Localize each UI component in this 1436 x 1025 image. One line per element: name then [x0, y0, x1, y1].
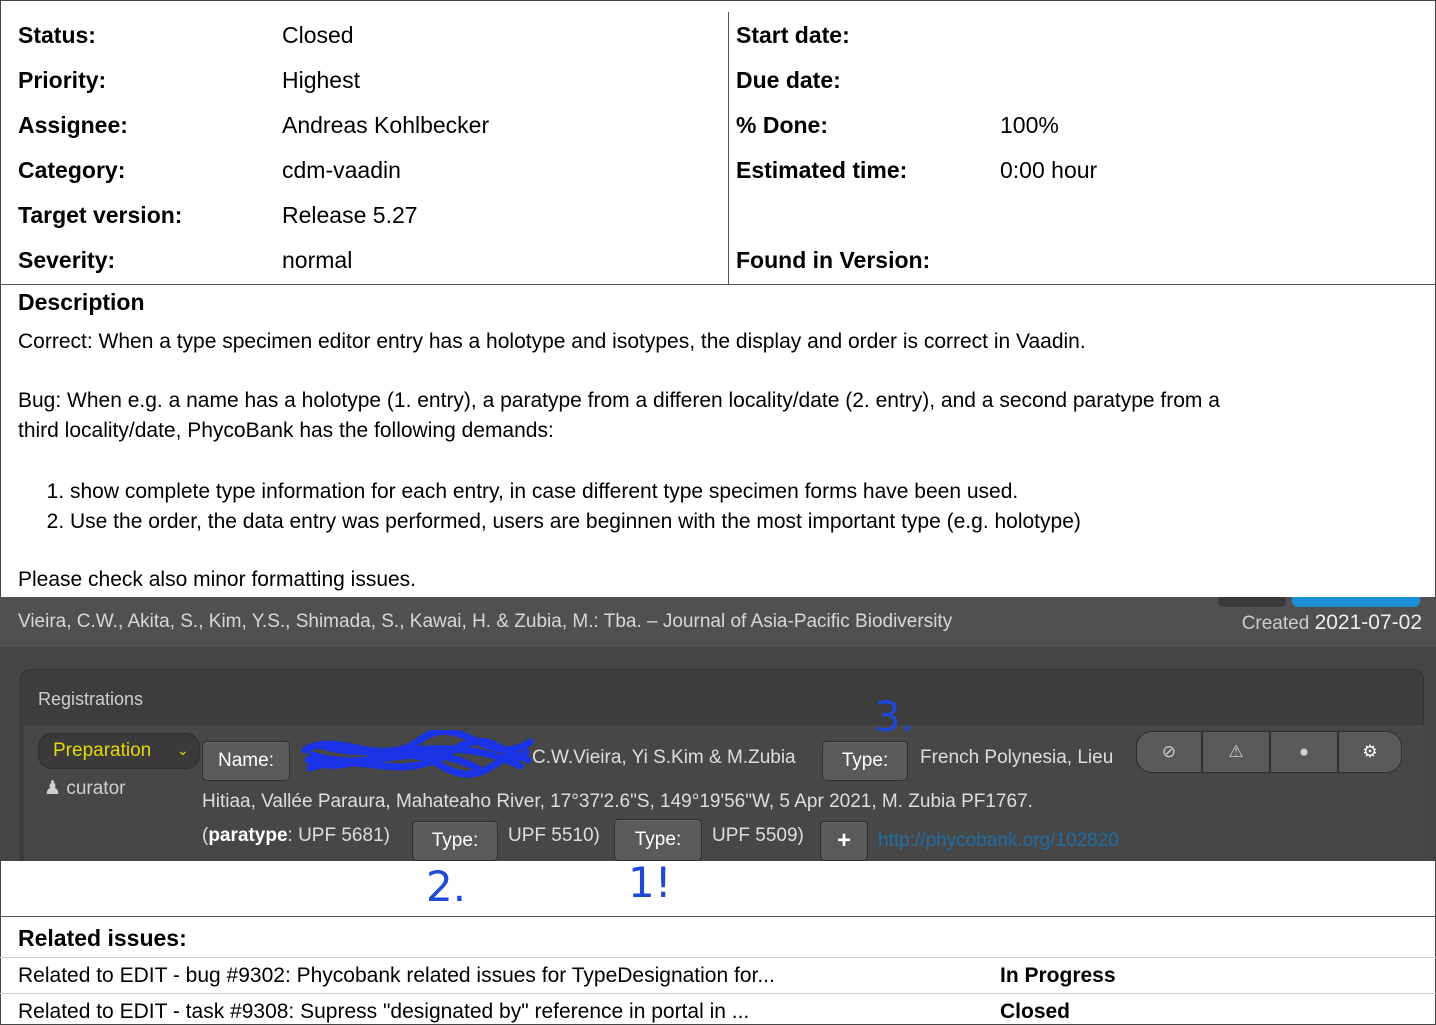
- start-date-label: Start date:: [736, 22, 850, 48]
- category-label: Category:: [18, 157, 126, 183]
- lock-icon[interactable]: ●: [1270, 731, 1338, 773]
- assignee-value[interactable]: Andreas Kohlbecker: [282, 112, 489, 139]
- related-issue-status: In Progress: [1000, 964, 1116, 987]
- type-button-1[interactable]: Type:: [614, 819, 702, 861]
- annotation-2: 2.: [426, 862, 467, 911]
- user-info: ♟ curator: [44, 777, 125, 800]
- paratype-text: (paratype: UPF 5681): [202, 825, 390, 846]
- found-in-version-label: Found in Version:: [736, 247, 931, 273]
- description-bug-line2: third locality/date, PhycoBank has the f…: [18, 419, 554, 442]
- created-date: 2021-07-02: [1314, 611, 1422, 634]
- priority-label: Priority:: [18, 67, 107, 93]
- chevron-down-icon: ⌄: [177, 742, 189, 758]
- description-separator: [0, 284, 1436, 285]
- target-version-value[interactable]: Release 5.27: [282, 202, 418, 229]
- demands-list: show complete type information for each …: [30, 477, 1081, 537]
- related-separator: [0, 916, 1436, 917]
- attr-row-priority: Priority: Highest Due date:: [0, 57, 1436, 102]
- annotation-3: 3.: [874, 692, 915, 741]
- severity-value: normal: [282, 247, 353, 273]
- related-row-divider: [0, 957, 1436, 958]
- state-value: Preparation: [53, 740, 152, 761]
- phycobank-link[interactable]: http://phycobank.org/102820: [878, 830, 1119, 852]
- upf-5509-text: UPF 5509): [712, 825, 804, 846]
- state-select[interactable]: Preparation ⌄: [38, 733, 200, 769]
- user-icon: ♟: [44, 778, 62, 799]
- gear-icon[interactable]: ⚙: [1338, 731, 1402, 773]
- done-label: % Done:: [736, 112, 828, 138]
- name-button[interactable]: Name:: [202, 741, 290, 781]
- related-issue-link[interactable]: Related to EDIT - bug #9302: Phycobank r…: [18, 964, 775, 988]
- status-label: Status:: [18, 22, 96, 48]
- description-bug-line1: Bug: When e.g. a name has a holotype (1.…: [18, 389, 1220, 412]
- attr-row-category: Category: cdm-vaadin Estimated time: 0:0…: [0, 147, 1436, 192]
- user-name: curator: [66, 778, 126, 799]
- add-button[interactable]: +: [820, 821, 868, 861]
- severity-label: Severity:: [18, 247, 116, 273]
- embedded-screenshot: Vieira, C.W., Akita, S., Kim, Y.S., Shim…: [0, 597, 1436, 861]
- estimated-time-label: Estimated time:: [736, 157, 908, 183]
- demand-item: show complete type information for each …: [70, 477, 1081, 507]
- created-label: Created: [1241, 613, 1310, 634]
- status-value: Closed: [282, 22, 354, 48]
- assignee-label: Assignee:: [18, 112, 128, 138]
- attr-row-severity: Severity: normal Found in Version:: [0, 237, 1436, 282]
- upf-5510-text: UPF 5510): [508, 825, 600, 846]
- estimated-time-value: 0:00 hour: [1000, 157, 1098, 183]
- registrations-title: Registrations: [38, 689, 144, 709]
- related-title: Related issues:: [18, 925, 187, 951]
- created-info: Created 2021-07-02: [1242, 611, 1422, 635]
- attributes-divider: [728, 12, 729, 284]
- attr-row-status: Status: Closed Start date:: [0, 12, 1436, 57]
- block-icon[interactable]: ⊘: [1136, 731, 1202, 773]
- redaction-scribble: [301, 730, 534, 778]
- related-issue-link[interactable]: Related to EDIT - task #9308: Supress "d…: [18, 1000, 749, 1024]
- related-row-divider: [0, 993, 1436, 994]
- type-text-start: French Polynesia, Lieu: [920, 747, 1114, 768]
- description-correct: Correct: When a type specimen editor ent…: [18, 330, 1086, 353]
- reference-citation: Vieira, C.W., Akita, S., Kim, Y.S., Shim…: [18, 611, 953, 632]
- attr-row-target-version: Target version: Release 5.27: [0, 192, 1436, 237]
- type-text-continued: Hitiaa, Vallée Paraura, Mahateaho River,…: [202, 791, 1033, 812]
- description-title: Description: [18, 289, 145, 315]
- name-text: C.W.Vieira, Yi S.Kim & M.Zubia: [532, 747, 796, 768]
- description-formatting: Please check also minor formatting issue…: [18, 568, 417, 591]
- category-value: cdm-vaadin: [282, 157, 401, 183]
- screenshot-top-primary-button: [1292, 597, 1420, 607]
- type-button-2[interactable]: Type:: [412, 821, 498, 861]
- priority-value: Highest: [282, 67, 360, 93]
- target-version-label: Target version:: [18, 202, 183, 228]
- demand-item: Use the order, the data entry was perfor…: [70, 507, 1081, 537]
- done-value: 100%: [1000, 112, 1059, 138]
- due-date-label: Due date:: [736, 67, 841, 93]
- screenshot-top-button: [1218, 597, 1286, 607]
- attr-row-assignee: Assignee: Andreas Kohlbecker % Done: 100…: [0, 102, 1436, 147]
- warning-icon[interactable]: ⚠: [1202, 731, 1270, 773]
- annotation-1: 1!: [628, 858, 672, 907]
- type-button-3[interactable]: Type:: [822, 741, 908, 781]
- related-issue-status: Closed: [1000, 1000, 1071, 1023]
